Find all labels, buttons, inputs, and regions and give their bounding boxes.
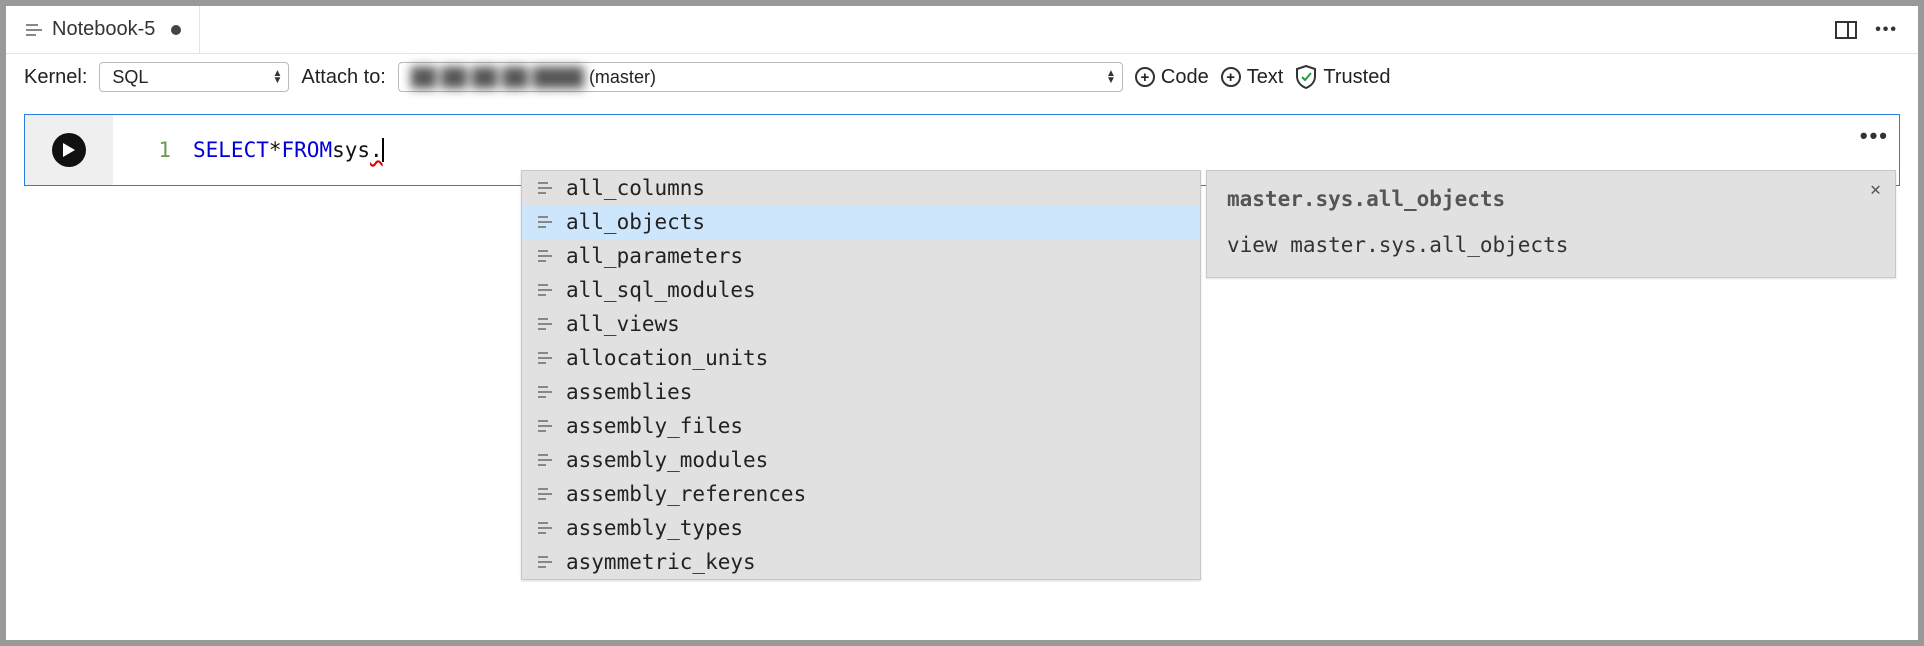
- autocomplete-item-label: all_objects: [566, 210, 705, 234]
- shield-icon: [1295, 65, 1317, 89]
- autocomplete-item-label: all_columns: [566, 176, 705, 200]
- suggestion-icon: [538, 556, 552, 568]
- run-cell-button[interactable]: [52, 133, 86, 167]
- add-code-cell-button[interactable]: + Code: [1135, 66, 1209, 89]
- notebook-icon: [26, 24, 42, 36]
- autocomplete-item[interactable]: all_sql_modules: [522, 273, 1200, 307]
- autocomplete-item[interactable]: assembly_modules: [522, 443, 1200, 477]
- autocomplete-item[interactable]: asymmetric_keys: [522, 545, 1200, 579]
- suggestion-icon: [538, 386, 552, 398]
- more-actions-icon[interactable]: •••: [1875, 21, 1898, 39]
- text-caret: [382, 138, 384, 162]
- doc-body: view master.sys.all_objects: [1227, 233, 1875, 257]
- attach-suffix: (master): [589, 67, 656, 87]
- suggestion-icon: [538, 454, 552, 466]
- documentation-tooltip: ✕ master.sys.all_objects view master.sys…: [1206, 170, 1896, 278]
- cell-gutter: [25, 115, 113, 185]
- autocomplete-item[interactable]: all_parameters: [522, 239, 1200, 273]
- autocomplete-item-label: all_parameters: [566, 244, 743, 268]
- trusted-indicator[interactable]: Trusted: [1295, 65, 1390, 89]
- kernel-value: SQL: [112, 67, 148, 88]
- add-text-cell-button[interactable]: + Text: [1221, 66, 1284, 89]
- autocomplete-item-label: assembly_modules: [566, 448, 768, 472]
- autocomplete-item-label: assemblies: [566, 380, 692, 404]
- unsaved-indicator-icon: [171, 25, 181, 35]
- autocomplete-item-label: all_sql_modules: [566, 278, 756, 302]
- suggestion-icon: [538, 216, 552, 228]
- notebook-toolbar: Kernel: SQL ▲▼ Attach to: ██ ██ ██ ██ ██…: [6, 54, 1918, 100]
- suggestion-icon: [538, 420, 552, 432]
- suggestion-icon: [538, 522, 552, 534]
- trusted-label: Trusted: [1323, 66, 1390, 89]
- tab-notebook[interactable]: Notebook-5: [16, 6, 200, 53]
- kernel-select[interactable]: SQL ▲▼: [99, 62, 289, 92]
- suggestion-icon: [538, 488, 552, 500]
- autocomplete-item[interactable]: allocation_units: [522, 341, 1200, 375]
- plus-circle-icon: +: [1135, 67, 1155, 87]
- token-from: FROM: [282, 138, 333, 162]
- attach-label: Attach to:: [301, 66, 386, 89]
- token-star: *: [269, 138, 282, 162]
- autocomplete-popup: all_columns all_objects all_parameters all_…: [521, 170, 1201, 580]
- line-number: 1: [137, 138, 193, 162]
- attach-server-blurred: ██ ██ ██ ██ ████: [411, 67, 584, 88]
- autocomplete-item-label: all_views: [566, 312, 680, 336]
- suggestion-icon: [538, 284, 552, 296]
- plus-circle-icon: +: [1221, 67, 1241, 87]
- tab-title: Notebook-5: [52, 18, 155, 41]
- add-text-label: Text: [1247, 66, 1284, 89]
- autocomplete-item-label: asymmetric_keys: [566, 550, 756, 574]
- autocomplete-item-label: assembly_files: [566, 414, 743, 438]
- tab-bar: Notebook-5 •••: [6, 6, 1918, 54]
- suggestion-icon: [538, 182, 552, 194]
- suggestion-icon: [538, 318, 552, 330]
- notebook-window: Notebook-5 ••• Kernel: SQL ▲▼ Attach to:…: [6, 6, 1918, 640]
- token-select: SELECT: [193, 138, 269, 162]
- select-arrows-icon: ▲▼: [272, 70, 282, 84]
- add-code-label: Code: [1161, 66, 1209, 89]
- suggestion-icon: [538, 352, 552, 364]
- autocomplete-item[interactable]: assemblies: [522, 375, 1200, 409]
- autocomplete-item[interactable]: all_objects: [522, 205, 1200, 239]
- doc-title: master.sys.all_objects: [1227, 187, 1875, 211]
- attach-select[interactable]: ██ ██ ██ ██ ████ (master) ▲▼: [398, 62, 1123, 92]
- autocomplete-item[interactable]: all_columns: [522, 171, 1200, 205]
- select-arrows-icon: ▲▼: [1106, 70, 1116, 84]
- autocomplete-item-label: assembly_types: [566, 516, 743, 540]
- kernel-label: Kernel:: [24, 66, 87, 89]
- autocomplete-item-label: assembly_references: [566, 482, 806, 506]
- split-editor-icon[interactable]: [1835, 21, 1857, 39]
- editor-area: 1 SELECT * FROM sys . ••• all_columnsall…: [6, 100, 1918, 640]
- autocomplete-item[interactable]: assembly_references: [522, 477, 1200, 511]
- suggestion-icon: [538, 250, 552, 262]
- close-tooltip-button[interactable]: ✕: [1870, 179, 1881, 200]
- autocomplete-item-label: allocation_units: [566, 346, 768, 370]
- autocomplete-item[interactable]: all_views: [522, 307, 1200, 341]
- token-schema: sys: [332, 138, 370, 162]
- cell-more-icon[interactable]: •••: [1860, 123, 1889, 149]
- autocomplete-item[interactable]: assembly_types: [522, 511, 1200, 545]
- autocomplete-item[interactable]: assembly_files: [522, 409, 1200, 443]
